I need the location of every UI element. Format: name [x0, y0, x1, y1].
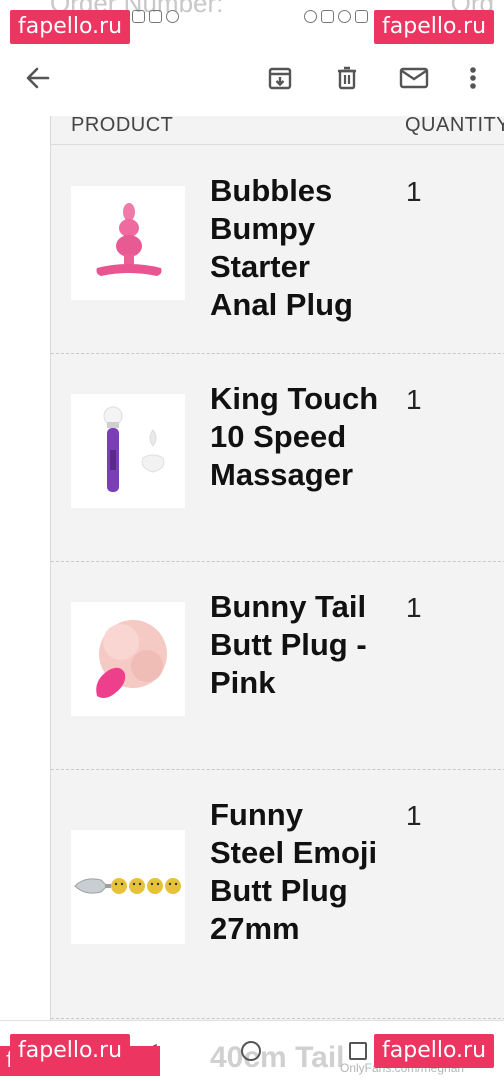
- order-items-table: PRODUCT QUANTITY Bubbles Bumpy Starter A…: [50, 116, 504, 1020]
- mark-unread-button[interactable]: [396, 60, 432, 96]
- snapchat-icon: [166, 10, 179, 23]
- product-name[interactable]: Funny Steel Emoji Butt Plug 27mm: [210, 796, 380, 948]
- delete-button[interactable]: [329, 60, 365, 96]
- gmail-icon: [149, 10, 162, 23]
- bluetooth-icon: [355, 10, 368, 23]
- bunny-tail-plug-image: [96, 620, 167, 698]
- email-toolbar: [0, 40, 504, 117]
- nav-recents-button[interactable]: [349, 1042, 367, 1060]
- nfc-icon: [321, 10, 334, 23]
- quantity-column-header: QUANTITY: [405, 116, 504, 136]
- watermark-top-right: fapello.ru: [374, 10, 495, 44]
- system-icons: [304, 10, 368, 23]
- trash-icon: [338, 66, 356, 90]
- notification-icons: [132, 10, 179, 23]
- partial-next-product-name: 40cm Tail: [210, 1041, 345, 1074]
- product-image[interactable]: [71, 394, 185, 508]
- product-image[interactable]: [71, 602, 185, 716]
- product-quantity: 1: [406, 176, 422, 207]
- email-body: PRODUCT QUANTITY Bubbles Bumpy Starter A…: [0, 116, 504, 1020]
- data-saver-icon: [304, 10, 317, 23]
- product-image[interactable]: [71, 186, 185, 300]
- instagram-icon: [132, 10, 145, 23]
- product-image[interactable]: [71, 830, 185, 944]
- product-quantity: 1: [406, 592, 422, 623]
- archive-download-icon: [268, 67, 292, 90]
- watermark-bottom-left: fapello.ru: [10, 1034, 131, 1068]
- product-name[interactable]: Bubbles Bumpy Starter Anal Plug: [210, 172, 380, 324]
- table-row: Bunny Tail Butt Plug - Pink 1: [51, 562, 504, 770]
- more-vertical-icon: [470, 67, 476, 89]
- mail-icon: [399, 67, 429, 89]
- steel-emoji-plug-image: [74, 878, 181, 894]
- back-button[interactable]: [20, 60, 56, 96]
- massager-image: [103, 406, 165, 492]
- table-header: PRODUCT QUANTITY: [51, 116, 504, 145]
- product-name[interactable]: Bunny Tail Butt Plug - Pink: [210, 588, 380, 702]
- watermark-top-left: fapello.ru: [10, 10, 131, 44]
- more-options-button[interactable]: [455, 60, 491, 96]
- watermark-bottom-right: fapello.ru: [374, 1034, 495, 1068]
- nav-home-button[interactable]: [241, 1041, 261, 1061]
- arrow-left-icon: [26, 67, 50, 89]
- table-row: Bubbles Bumpy Starter Anal Plug 1: [51, 146, 504, 354]
- product-quantity: 1: [406, 384, 422, 415]
- alarm-icon: [338, 10, 351, 23]
- product-column-header: PRODUCT: [71, 116, 174, 136]
- product-name[interactable]: King Touch 10 Speed Massager: [210, 380, 380, 494]
- product-quantity: 1: [406, 800, 422, 831]
- archive-button[interactable]: [262, 60, 298, 96]
- table-row: King Touch 10 Speed Massager 1: [51, 354, 504, 562]
- table-row: Funny Steel Emoji Butt Plug 27mm 1: [51, 770, 504, 1019]
- pink-plug-image: [96, 203, 162, 276]
